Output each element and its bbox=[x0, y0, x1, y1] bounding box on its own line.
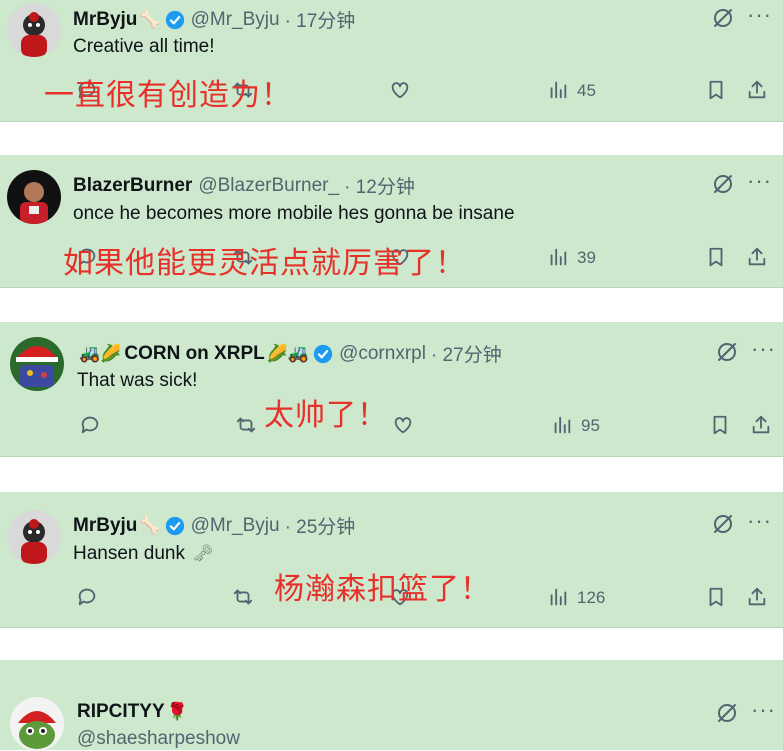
handle[interactable]: @shaesharpeshow bbox=[77, 728, 240, 750]
bookmark-icon[interactable] bbox=[709, 414, 731, 436]
more-options-icon[interactable]: ··· bbox=[747, 508, 772, 534]
share-icon[interactable] bbox=[750, 414, 772, 436]
tweet-card[interactable]: MrByju 🦴 @Mr_Byju · 17分钟 ··· Creative al… bbox=[0, 0, 783, 122]
grok-icon[interactable] bbox=[715, 340, 739, 364]
tweet-text: That was sick! bbox=[77, 370, 198, 391]
grok-icon[interactable] bbox=[715, 701, 739, 725]
bookmark-icon[interactable] bbox=[705, 586, 727, 608]
handle[interactable]: @Mr_Byju bbox=[191, 9, 280, 31]
views-icon[interactable] bbox=[551, 414, 573, 436]
chinese-translation: 太帅了！ bbox=[264, 398, 388, 433]
avatar[interactable] bbox=[10, 697, 64, 751]
handle[interactable]: @Mr_Byju bbox=[191, 515, 280, 537]
bone-emoji: 🦴 bbox=[139, 515, 161, 535]
verified-badge-icon bbox=[313, 344, 333, 364]
grok-icon[interactable] bbox=[711, 172, 735, 196]
more-options-icon[interactable]: ··· bbox=[751, 336, 776, 362]
verified-badge-icon bbox=[165, 10, 185, 30]
retweet-icon[interactable] bbox=[232, 586, 254, 608]
display-name[interactable]: RIPCITYY bbox=[77, 701, 165, 723]
views-count: 126 bbox=[577, 588, 606, 607]
like-icon[interactable] bbox=[389, 79, 411, 101]
key-emoji: 🗝 bbox=[192, 544, 214, 563]
tractor-corn-emoji: 🚜🌽 bbox=[79, 343, 122, 363]
views-icon[interactable] bbox=[547, 246, 569, 268]
corn-tractor-emoji: 🌽🚜 bbox=[266, 343, 310, 363]
share-icon[interactable] bbox=[746, 79, 768, 101]
bookmark-icon[interactable] bbox=[705, 246, 727, 268]
tweet-card[interactable]: BlazerBurner @BlazerBurner_ · 12分钟 ··· o… bbox=[0, 155, 783, 288]
avatar[interactable] bbox=[10, 337, 64, 391]
timestamp[interactable]: · 25分钟 bbox=[285, 512, 356, 539]
timestamp[interactable]: · 12分钟 bbox=[344, 172, 415, 199]
views-count: 45 bbox=[577, 81, 596, 100]
chinese-translation: 杨瀚森扣篮了！ bbox=[274, 572, 491, 607]
retweet-icon[interactable] bbox=[235, 414, 257, 436]
avatar[interactable] bbox=[7, 510, 61, 564]
share-icon[interactable] bbox=[746, 246, 768, 268]
handle[interactable]: @BlazerBurner_ bbox=[198, 175, 339, 197]
grok-icon[interactable] bbox=[711, 6, 735, 30]
chinese-translation: 一直很有创造力！ bbox=[44, 78, 292, 113]
tweet-text: once he becomes more mobile hes gonna be… bbox=[73, 203, 515, 224]
display-name[interactable]: MrByju bbox=[73, 515, 137, 537]
tweet-text: Creative all time! bbox=[73, 36, 215, 57]
more-options-icon[interactable]: ··· bbox=[751, 697, 776, 723]
tweet-text: Hansen dunk 🗝 bbox=[73, 543, 214, 565]
display-name[interactable]: CORN on XRPL bbox=[124, 343, 264, 365]
more-options-icon[interactable]: ··· bbox=[747, 2, 772, 28]
avatar[interactable] bbox=[7, 3, 61, 57]
tweet-text-content: Hansen dunk bbox=[73, 543, 185, 564]
grok-icon[interactable] bbox=[711, 512, 735, 536]
chinese-translation: 如果他能更灵活点就厉害了！ bbox=[63, 246, 466, 281]
views-count: 39 bbox=[577, 248, 596, 267]
display-name[interactable]: MrByju bbox=[73, 9, 137, 31]
timestamp[interactable]: · 17分钟 bbox=[285, 6, 356, 33]
timestamp[interactable]: · 27分钟 bbox=[431, 340, 502, 367]
views-icon[interactable] bbox=[547, 79, 569, 101]
rose-emoji: 🌹 bbox=[166, 702, 188, 721]
avatar[interactable] bbox=[7, 170, 61, 224]
tweet-card[interactable]: MrByju 🦴 @Mr_Byju · 25分钟 ··· Hansen dunk… bbox=[0, 492, 783, 628]
views-icon[interactable] bbox=[547, 586, 569, 608]
more-options-icon[interactable]: ··· bbox=[747, 168, 772, 194]
handle[interactable]: @cornxrpl bbox=[339, 343, 426, 365]
tweet-card[interactable]: RIPCITYY 🌹 @shaesharpeshow ··· bbox=[0, 660, 783, 751]
display-name[interactable]: BlazerBurner bbox=[73, 175, 192, 197]
share-icon[interactable] bbox=[746, 586, 768, 608]
views-count: 95 bbox=[581, 416, 600, 435]
bone-emoji: 🦴 bbox=[139, 9, 161, 29]
like-icon[interactable] bbox=[392, 414, 414, 436]
bookmark-icon[interactable] bbox=[705, 79, 727, 101]
reply-icon[interactable] bbox=[79, 414, 101, 436]
reply-icon[interactable] bbox=[76, 586, 98, 608]
verified-badge-icon bbox=[165, 516, 185, 536]
tweet-card[interactable]: 🚜🌽 CORN on XRPL 🌽🚜 @cornxrpl · 27分钟 ··· … bbox=[0, 322, 783, 457]
